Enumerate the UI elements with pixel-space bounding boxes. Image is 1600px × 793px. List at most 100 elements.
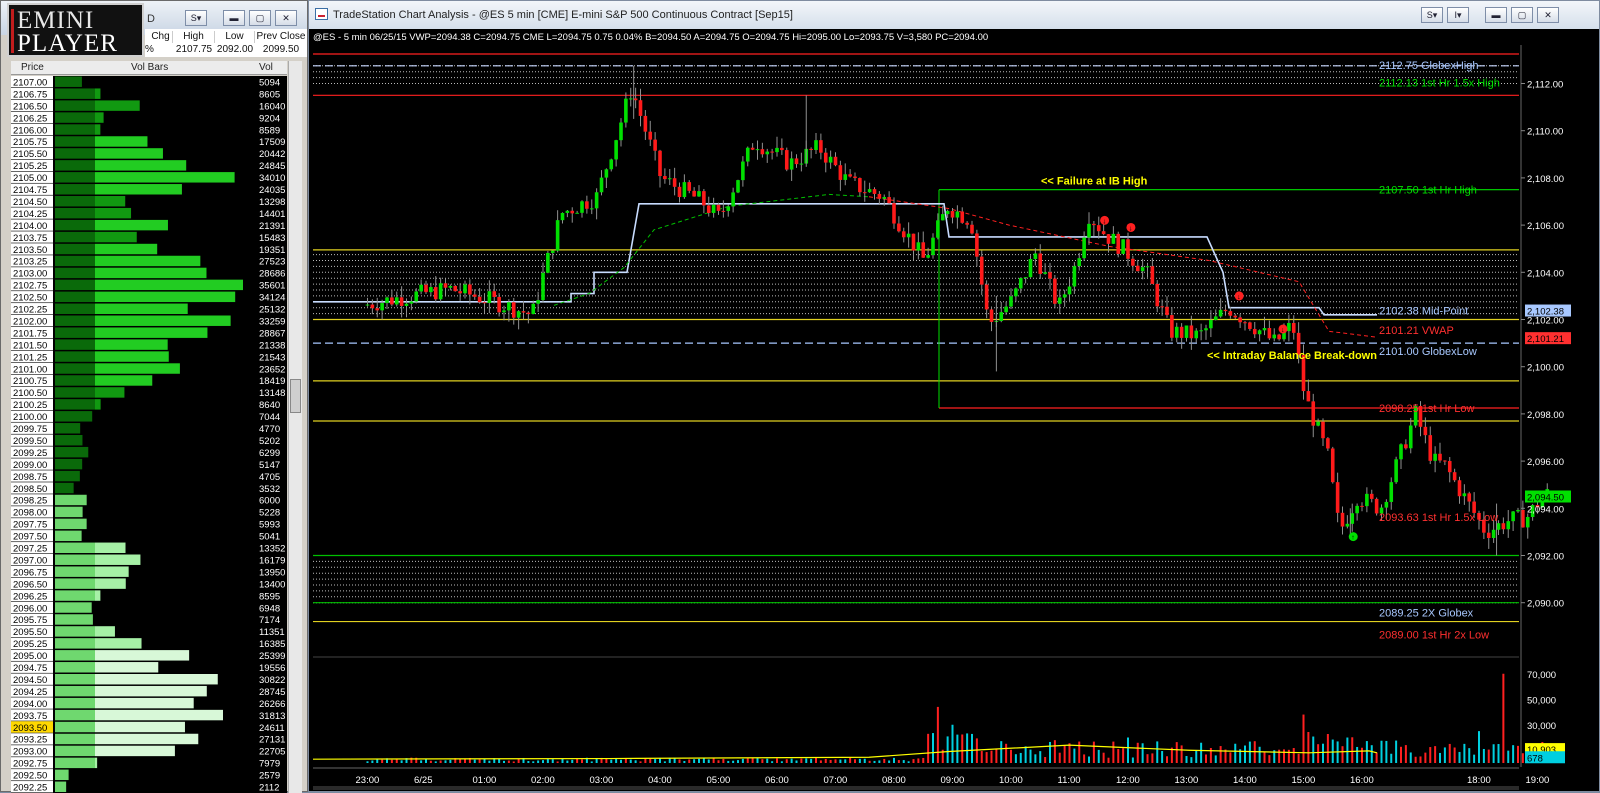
column-price[interactable]: Price bbox=[21, 62, 44, 73]
volume-bar bbox=[781, 761, 783, 763]
volume-bar bbox=[693, 759, 695, 763]
volume-bar bbox=[1342, 746, 1344, 763]
candle bbox=[1268, 328, 1272, 338]
minimize-icon[interactable]: ▬ bbox=[223, 10, 245, 26]
candle bbox=[1253, 329, 1257, 334]
scrollbar-thumb[interactable] bbox=[290, 379, 301, 413]
vol-cell: 13400 bbox=[259, 579, 285, 590]
volume-bar bbox=[1434, 746, 1436, 763]
vol-cell: 27131 bbox=[259, 735, 285, 746]
close-icon[interactable]: ✕ bbox=[275, 10, 297, 26]
vol-cell: 14401 bbox=[259, 209, 285, 220]
price-chart[interactable]: @ES - 5 min 06/25/15 VWP=2094.38 C=2094.… bbox=[309, 29, 1599, 791]
vol-bar bbox=[95, 292, 235, 302]
vol-bar-base bbox=[55, 566, 95, 576]
candle bbox=[907, 234, 911, 238]
candle bbox=[644, 116, 648, 132]
vol-cell: 9204 bbox=[259, 113, 280, 124]
volume-bar bbox=[971, 734, 973, 763]
candle bbox=[619, 123, 623, 141]
candle bbox=[829, 157, 833, 163]
price-cell: 2094.00 bbox=[13, 699, 47, 710]
volume-bar bbox=[1249, 742, 1251, 763]
candle bbox=[678, 187, 682, 197]
candle bbox=[405, 304, 409, 306]
vol-cell: 6948 bbox=[259, 603, 280, 614]
candle bbox=[1146, 266, 1150, 267]
candle bbox=[527, 313, 531, 314]
volume-bar bbox=[1400, 747, 1402, 763]
vol-bar bbox=[95, 578, 126, 588]
column-vol-bars[interactable]: Vol Bars bbox=[131, 62, 168, 73]
maximize-icon[interactable]: ▢ bbox=[249, 10, 271, 26]
candle bbox=[1516, 510, 1520, 511]
candle bbox=[449, 286, 453, 288]
minimize-icon[interactable]: ▬ bbox=[1485, 7, 1507, 23]
vol-bar-base bbox=[55, 734, 95, 744]
candle bbox=[1034, 253, 1038, 259]
candle bbox=[541, 273, 545, 300]
volume-bar bbox=[713, 758, 715, 763]
candle bbox=[990, 309, 994, 321]
vol-bar bbox=[95, 208, 131, 218]
close-icon[interactable]: ✕ bbox=[1537, 7, 1559, 23]
column-vol[interactable]: Vol bbox=[259, 62, 273, 73]
volume-axis-label: 50,000 bbox=[1527, 695, 1556, 706]
vol-cell: 24611 bbox=[259, 723, 285, 734]
volume-bar bbox=[1351, 737, 1353, 763]
volume-bar bbox=[649, 759, 651, 763]
candle bbox=[843, 174, 847, 180]
vol-cell: 22705 bbox=[259, 747, 285, 758]
maximize-icon[interactable]: ▢ bbox=[1511, 7, 1533, 23]
candle bbox=[1180, 327, 1184, 338]
candle bbox=[1029, 259, 1033, 277]
candle bbox=[956, 212, 960, 218]
volume-bar bbox=[542, 760, 544, 763]
indicator-menu-icon[interactable]: I▾ bbox=[1447, 7, 1469, 23]
volume-bar bbox=[737, 760, 739, 763]
vol-bar bbox=[95, 124, 100, 134]
candle bbox=[936, 220, 940, 237]
volume-bar bbox=[1327, 734, 1329, 763]
candle bbox=[731, 192, 735, 206]
volume-bar bbox=[591, 761, 593, 763]
volume-bar bbox=[1317, 744, 1319, 763]
volume-bar bbox=[742, 759, 744, 763]
style-menu-icon[interactable]: S▾ bbox=[1421, 7, 1443, 23]
volume-bar bbox=[1098, 750, 1100, 763]
volume-bar bbox=[698, 759, 700, 763]
time-axis-label: 16:00 bbox=[1350, 775, 1374, 786]
candle bbox=[1394, 459, 1398, 482]
style-menu-icon[interactable]: S▾ bbox=[185, 10, 207, 26]
candle bbox=[570, 211, 574, 214]
chart-window-titlebar[interactable]: TradeStation Chart Analysis - @ES 5 min … bbox=[309, 1, 1599, 29]
volume-bar bbox=[1034, 754, 1036, 763]
price-cell: 2101.25 bbox=[13, 352, 47, 363]
vol-bar bbox=[95, 244, 157, 254]
volume-bar bbox=[498, 759, 500, 763]
volume-bar bbox=[1390, 754, 1392, 763]
volume-scrollbar[interactable] bbox=[288, 61, 302, 793]
level-label: 2112.75 GlobexHigh bbox=[1379, 60, 1478, 72]
volume-bar bbox=[654, 759, 656, 763]
vol-bar bbox=[95, 662, 158, 672]
candle bbox=[1350, 513, 1354, 524]
vol-cell: 7044 bbox=[259, 412, 280, 423]
candle bbox=[1458, 480, 1462, 496]
price-cell: 2106.75 bbox=[13, 89, 47, 100]
quote-header-low: Low bbox=[215, 31, 255, 43]
volume-bar bbox=[1020, 753, 1022, 763]
candle bbox=[1463, 493, 1467, 496]
candle bbox=[1336, 482, 1340, 513]
vol-bar bbox=[95, 710, 223, 720]
vol-bar-base bbox=[55, 578, 95, 588]
volume-bar bbox=[1385, 741, 1387, 763]
candle bbox=[746, 148, 750, 162]
price-cell: 2094.75 bbox=[13, 663, 47, 674]
price-cell: 2099.75 bbox=[13, 424, 47, 435]
vol-bar-base bbox=[55, 339, 95, 349]
volume-bar bbox=[503, 761, 505, 763]
price-cell: 2106.50 bbox=[13, 101, 47, 112]
candle bbox=[946, 211, 950, 214]
vol-cell: 34010 bbox=[259, 173, 285, 184]
